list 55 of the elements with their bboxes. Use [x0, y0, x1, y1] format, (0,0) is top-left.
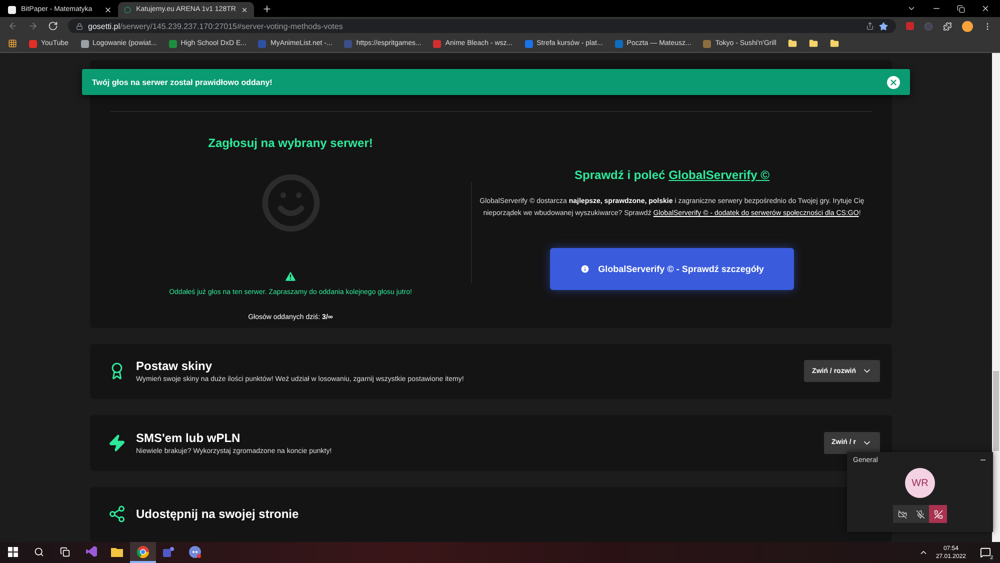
apps-icon[interactable] [8, 39, 17, 48]
close-icon[interactable] [981, 4, 990, 13]
promo-heading: Sprawdź i poleć GlobalServerify © [574, 168, 770, 182]
avatar: WR [905, 468, 935, 498]
address-bar[interactable]: gosetti.pl/serwery/145.239.237.170:27015#server-voting-methods-votes [68, 19, 896, 33]
lock-icon [76, 22, 83, 30]
loading-icon [124, 6, 132, 14]
toast-message: Twój głos na serwer został prawidłowo oddany! [92, 78, 272, 86]
teams-icon [163, 546, 175, 558]
section-title: Postaw skiny [136, 359, 214, 374]
tab-search-icon[interactable] [907, 4, 916, 13]
extensions-icon[interactable] [943, 22, 952, 30]
close-icon[interactable] [240, 6, 248, 14]
warning-icon [284, 270, 297, 283]
new-tab-icon[interactable] [262, 4, 272, 14]
windows-icon [8, 546, 18, 556]
tray-icon[interactable] [918, 548, 928, 557]
taskbar-app[interactable] [130, 542, 156, 563]
close-button[interactable] [887, 76, 900, 88]
mute-button[interactable] [911, 505, 929, 523]
task-view-icon [60, 546, 70, 556]
hang-up-button[interactable] [929, 505, 947, 523]
folder-icon[interactable] [788, 39, 798, 48]
section-title: SMS'em lub wPLN [136, 430, 242, 445]
camera-off-icon [898, 510, 906, 518]
chat-app-icon [189, 546, 201, 558]
close-icon [889, 78, 898, 86]
lightning-icon [108, 434, 126, 452]
smiley-icon [260, 172, 322, 234]
heading-link[interactable]: GlobalServerify © [668, 168, 770, 182]
folder-icon[interactable] [830, 39, 840, 48]
details-button[interactable]: GlobalServerify © - Sprawdź szczegóły [550, 248, 794, 290]
share-icon [108, 505, 126, 524]
back-icon[interactable] [8, 21, 18, 31]
info-icon [580, 264, 590, 274]
profile-icon[interactable] [962, 20, 973, 32]
section-title: Udostępnij na swojej stronie [136, 507, 300, 522]
vote-title: Zagłosuj na wybrany serwer! [208, 136, 373, 150]
restore-icon[interactable] [957, 4, 965, 12]
search-icon [34, 546, 44, 556]
visual-studio-icon [86, 546, 96, 557]
scrollbar[interactable] [992, 53, 1000, 542]
page-icon [8, 6, 16, 14]
folder-icon [111, 546, 123, 556]
chrome-icon [137, 546, 149, 558]
forward-icon[interactable] [28, 21, 38, 31]
close-icon[interactable] [104, 6, 112, 14]
share-icon[interactable] [866, 22, 874, 30]
hang-up-icon [934, 510, 942, 518]
mic-off-icon [916, 510, 924, 518]
camera-off-button[interactable] [893, 505, 911, 523]
folder-icon[interactable] [809, 39, 818, 48]
bookmark-star-icon[interactable] [879, 22, 888, 30]
reload-icon[interactable] [48, 21, 58, 31]
url-text: gosetti.pl/serwery/145.239.237.170:27015#server-voting-methods-votes [88, 22, 343, 30]
